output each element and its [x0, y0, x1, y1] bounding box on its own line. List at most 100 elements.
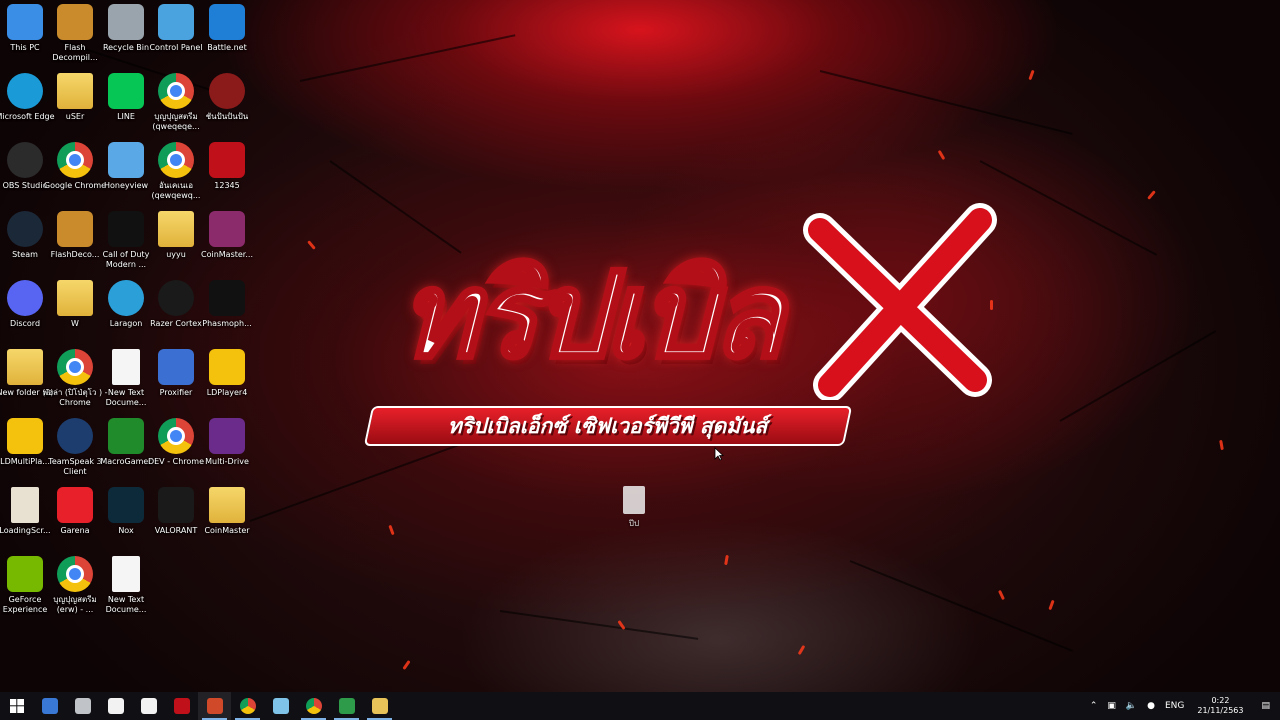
notepad-taskbar-icon [272, 698, 289, 714]
clock-date: 21/11/2563 [1197, 706, 1244, 715]
desktop-icon[interactable]: Multi-Drive [194, 414, 260, 480]
image-file-icon [11, 487, 39, 523]
taskbar-app-button[interactable] [132, 692, 165, 720]
proxifier-icon [158, 349, 194, 385]
red-app-taskbar-icon [173, 698, 190, 714]
chrome-icon [158, 73, 194, 109]
valorant-icon [158, 487, 194, 523]
steam-taskbar-icon [74, 698, 91, 714]
logo-x-mark: X [803, 203, 997, 400]
desktop-icon-label: ชั่นปั้นปั้นปั้น [205, 112, 249, 121]
computer-icon [7, 4, 43, 40]
folder-image-icon [57, 280, 93, 316]
edge-icon [7, 73, 43, 109]
wallpaper-logo: ทริปเบิล X ทริปเบิลเอ็กซ์ เซิฟเวอร์พีวีพ… [280, 203, 1020, 446]
honeyview-icon [108, 142, 144, 178]
wallpaper-crack [819, 70, 1073, 135]
document-taskbar-icon [107, 698, 124, 714]
discord-icon [7, 280, 43, 316]
taskbar-app-button[interactable] [264, 692, 297, 720]
wallpaper-ember [402, 660, 411, 670]
spreadsheet-taskbar-icon [338, 698, 355, 714]
desktop-icon-label: Multi-Drive [205, 457, 249, 466]
folder-icon [209, 487, 245, 523]
teamspeak-icon [57, 418, 93, 454]
nox-icon [108, 487, 144, 523]
taskbar: ⌃ ▣ 🔈 ● ENG 0:22 21/11/2563 ▤ [0, 692, 1280, 720]
desktop-icon-label: 12345 [214, 181, 240, 190]
taskbar-app-button[interactable] [330, 692, 363, 720]
logo-subtitle: ทริปเบิลเอ็กซ์ เซิฟเวอร์พีวีพี สุดมันส์ [448, 413, 768, 438]
network-icon[interactable]: ▣ [1102, 692, 1121, 720]
notifications-icon[interactable]: ▤ [1251, 692, 1280, 720]
red-z-icon [209, 142, 245, 178]
nvidia-icon [7, 556, 43, 592]
desktop-icon-label: CoinMaster [204, 526, 250, 535]
folder-icon [158, 211, 194, 247]
taskbar-app-button[interactable] [363, 692, 396, 720]
chrome-icon [158, 142, 194, 178]
tray-app-icon[interactable]: ● [1142, 692, 1160, 720]
desktop-icon-label: LDPlayer4 [206, 388, 248, 397]
wallpaper-crack [499, 610, 699, 640]
folder-taskbar-icon [371, 698, 388, 714]
desktop-icon[interactable]: 12345 [194, 138, 260, 204]
control-panel-icon [158, 4, 194, 40]
desktop-file-dragged[interactable]: ปีป [612, 486, 656, 530]
taskbar-app-button[interactable] [231, 692, 264, 720]
chrome-icon [57, 556, 93, 592]
desktop-icon[interactable]: CoinMaster [194, 483, 260, 549]
taskbar-app-button[interactable] [99, 692, 132, 720]
wallpaper-ember [797, 644, 806, 656]
wallpaper-crack [299, 34, 516, 82]
chrome-taskbar-icon [239, 698, 256, 714]
tray-overflow-chevron-icon[interactable]: ⌃ [1085, 692, 1103, 720]
laragon-icon [108, 280, 144, 316]
boxes-icon [57, 211, 93, 247]
winrar-icon [209, 211, 245, 247]
boxes-icon [57, 4, 93, 40]
taskbar-app-button[interactable] [66, 692, 99, 720]
desktop-icon-label: CoinMaster... [201, 250, 253, 259]
start-button[interactable] [0, 692, 33, 720]
desktop-icon[interactable]: LDPlayer4 [194, 345, 260, 411]
taskbar-pinned-apps [33, 692, 396, 720]
wallpaper-ember [1147, 190, 1156, 200]
desktop-icon[interactable]: Phasmoph... [194, 276, 260, 342]
desktop-icon[interactable]: New Text Docume... [93, 552, 159, 618]
chrome-icon [57, 142, 93, 178]
mouse-cursor-icon [714, 447, 724, 461]
taskbar-app-button[interactable] [33, 692, 66, 720]
desktop-icon-label: Phasmoph... [202, 319, 252, 328]
avatar-icon [209, 73, 245, 109]
volume-icon[interactable]: 🔈 [1121, 692, 1142, 720]
game-taskbar-icon [206, 698, 223, 714]
razer-icon [158, 280, 194, 316]
macrogamer-icon [108, 418, 144, 454]
language-indicator[interactable]: ENG [1160, 692, 1189, 720]
text-document-icon [112, 556, 140, 592]
ldmultiplayer-icon [7, 418, 43, 454]
desktop-icon[interactable]: CoinMaster... [194, 207, 260, 273]
user-folder-icon [57, 73, 93, 109]
file-explorer-icon [41, 698, 58, 714]
desktop-icon[interactable]: ชั่นปั้นปั้นปั้น [194, 69, 260, 135]
wallpaper-crack [1059, 330, 1217, 422]
ldplayer-icon [209, 349, 245, 385]
clock[interactable]: 0:22 21/11/2563 [1189, 692, 1251, 720]
text-document-icon [112, 349, 140, 385]
taskbar-app-button[interactable] [297, 692, 330, 720]
taskbar-app-button[interactable] [165, 692, 198, 720]
battlenet-icon [209, 4, 245, 40]
chrome-taskbar-icon [305, 698, 322, 714]
chrome-icon [158, 418, 194, 454]
windows-logo-icon [9, 699, 24, 713]
chrome-icon [57, 349, 93, 385]
wallpaper-crack [849, 560, 1073, 652]
nox-multi-icon [209, 418, 245, 454]
mw-icon [108, 211, 144, 247]
wallpaper-ember [1048, 599, 1055, 611]
taskbar-app-button[interactable] [198, 692, 231, 720]
desktop-icon[interactable]: Battle.net [194, 0, 260, 66]
wallpaper-ember [1028, 69, 1035, 81]
